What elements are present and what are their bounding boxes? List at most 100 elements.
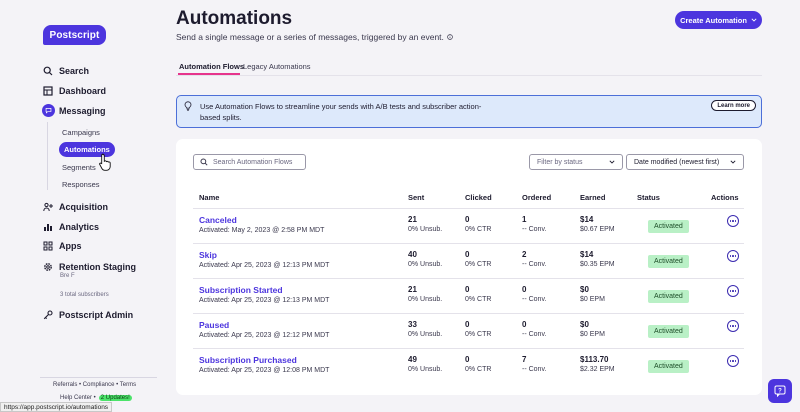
metric-subvalue: $0.67 EPM (580, 226, 615, 233)
metric-subvalue: -- Conv. (522, 261, 547, 268)
postscript-logo[interactable]: Postscript (43, 25, 106, 45)
more-actions-button[interactable] (727, 355, 739, 367)
banner-text: Use Automation Flows to streamline your … (200, 102, 482, 122)
filter-status-select[interactable]: Filter by status (529, 154, 623, 170)
nav-search-label: Search (59, 66, 90, 76)
metric-subvalue: 0% Unsub. (408, 366, 443, 373)
metric-cell: 0 0% CTR (465, 215, 491, 233)
more-actions-button[interactable] (727, 215, 739, 227)
key-icon (43, 310, 53, 320)
metric-subvalue: 0% CTR (465, 366, 492, 373)
status-badge: Activated (648, 360, 689, 373)
search-icon (43, 66, 53, 76)
nav-retention-label: Retention Staging (59, 262, 136, 272)
updates-badge[interactable]: 2 Updates! (98, 395, 132, 401)
info-banner: Use Automation Flows to streamline your … (176, 95, 762, 128)
col-header-earned: Earned (580, 193, 606, 202)
tabs-divider (176, 75, 762, 76)
tab-legacy-automations[interactable]: Legacy Automations (243, 62, 311, 71)
activated-date: Activated: Apr 25, 2023 @ 12:13 PM MDT (199, 297, 330, 304)
help-center-link[interactable]: Help Center • (60, 395, 96, 401)
metric-subvalue: $2.32 EPM (580, 366, 615, 373)
flow-name-link[interactable]: Canceled (199, 215, 324, 225)
more-actions-button[interactable] (727, 285, 739, 297)
nav-dashboard[interactable]: Dashboard (43, 86, 106, 96)
more-dot (732, 290, 734, 292)
flow-name-link[interactable]: Paused (199, 320, 329, 330)
more-actions-button[interactable] (727, 320, 739, 332)
nav-postscript-admin[interactable]: Postscript Admin (43, 310, 133, 320)
learn-more-button[interactable]: Learn more (711, 100, 756, 111)
metric-cell: 2 -- Conv. (522, 250, 546, 268)
status-badge: Activated (648, 255, 689, 268)
metric-subvalue: 0% CTR (465, 331, 492, 338)
metric-cell: $0 $0 EPM (580, 320, 605, 338)
apps-grid-icon (43, 241, 53, 251)
nav-messaging[interactable]: Messaging (42, 104, 106, 117)
more-dot (734, 290, 737, 292)
metric-cell: 0 -- Conv. (522, 285, 546, 303)
flow-name-link[interactable]: Skip (199, 250, 329, 260)
flow-name-link[interactable]: Subscription Started (199, 285, 329, 295)
nav-acquisition[interactable]: Acquisition (43, 202, 108, 212)
info-icon[interactable] (447, 34, 453, 40)
metric-subvalue: $0 EPM (580, 296, 605, 303)
metric-value: 0 (465, 355, 470, 364)
more-dot (734, 325, 737, 327)
nav-retention-staging[interactable]: Retention Staging (43, 262, 136, 272)
metric-value: 33 (408, 320, 417, 329)
flow-name-link[interactable]: Subscription Purchased (199, 355, 329, 365)
people-plus-icon (43, 202, 53, 212)
nav-analytics[interactable]: Analytics (43, 222, 99, 232)
search-placeholder: Search Automation Flows (213, 158, 293, 166)
sort-select[interactable]: Date modified (newest first) (626, 154, 744, 170)
more-actions-button[interactable] (727, 250, 739, 262)
search-automation-flows-input[interactable]: Search Automation Flows (193, 154, 306, 170)
col-header-ordered: Ordered (522, 193, 552, 202)
table-row[interactable]: Subscription Started Activated: Apr 25, 2… (193, 278, 744, 313)
footer-links[interactable]: Referrals • Compliance • Terms (53, 382, 136, 388)
table-row[interactable]: Paused Activated: Apr 25, 2023 @ 12:12 PM… (193, 313, 744, 348)
table-row[interactable]: Subscription Purchased Activated: Apr 25,… (193, 348, 744, 383)
more-dot (729, 290, 732, 292)
dashboard-icon (43, 86, 53, 96)
more-dot (734, 220, 737, 222)
status-badge: Activated (648, 220, 689, 233)
page-subtitle: Send a single message or a series of mes… (176, 32, 453, 42)
col-header-status: Status (637, 193, 660, 202)
metric-subvalue: 0% Unsub. (408, 296, 443, 303)
table-row[interactable]: Canceled Activated: May 2, 2023 @ 2:58 PM… (193, 208, 744, 243)
nav-apps-label: Apps (59, 241, 82, 251)
help-chat-button[interactable]: ? (768, 379, 792, 403)
automation-flows-card: Search Automation Flows Filter by status… (176, 139, 762, 395)
more-dot (732, 255, 734, 257)
metric-subvalue: 0% CTR (465, 296, 492, 303)
table-row[interactable]: Skip Activated: Apr 25, 2023 @ 12:13 PM M… (193, 243, 744, 278)
col-header-actions: Actions (711, 193, 739, 202)
metric-cell: 0 0% CTR (465, 250, 491, 268)
metric-value: $14 (580, 215, 594, 224)
more-dot (729, 255, 732, 257)
more-dot (734, 255, 737, 257)
more-dot (729, 360, 732, 362)
metric-subvalue: -- Conv. (522, 366, 547, 373)
more-dot (729, 220, 732, 222)
metric-value: 1 (522, 215, 527, 224)
metric-subvalue: 0% Unsub. (408, 261, 443, 268)
activated-date: Activated: May 2, 2023 @ 2:58 PM MDT (199, 227, 325, 234)
metric-subvalue: -- Conv. (522, 296, 547, 303)
sub-campaigns[interactable]: Campaigns (62, 128, 100, 137)
nav-apps[interactable]: Apps (43, 241, 82, 251)
metric-cell: $14 $0.35 EPM (580, 250, 615, 268)
create-automation-button[interactable]: Create Automation (675, 11, 762, 29)
metric-subvalue: 0% Unsub. (408, 331, 443, 338)
bar-chart-icon (43, 222, 53, 232)
nav-acquisition-label: Acquisition (59, 202, 108, 212)
sub-segments[interactable]: Segments (62, 163, 96, 172)
tab-automation-flows[interactable]: Automation Flows (179, 62, 244, 71)
metric-value: $0 (580, 320, 589, 329)
sub-responses[interactable]: Responses (62, 180, 100, 189)
nav-search[interactable]: Search (43, 66, 89, 76)
flow-name-cell: Paused Activated: Apr 25, 2023 @ 12:12 PM… (199, 320, 329, 339)
metric-value: 21 (408, 285, 417, 294)
